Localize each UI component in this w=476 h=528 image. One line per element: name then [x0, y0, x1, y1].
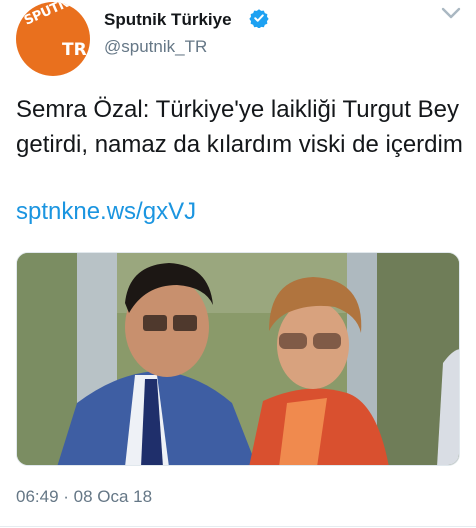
tweet-photo[interactable] — [16, 252, 460, 466]
tweet-card: SPUTNIK TR Sputnik Türkiye @sputnik_TR S… — [0, 0, 476, 528]
photo-illustration — [17, 253, 459, 465]
avatar-logo-text: SPUTNIK — [22, 2, 85, 29]
tweet-text: Semra Özal: Türkiye'ye laikliği Turgut B… — [16, 96, 463, 158]
chevron-down-icon[interactable] — [440, 6, 462, 20]
avatar[interactable]: SPUTNIK TR — [16, 2, 90, 76]
display-name[interactable]: Sputnik Türkiye — [104, 10, 232, 30]
avatar-logo-tr: TR — [62, 40, 87, 60]
tweet-link[interactable]: sptnkne.ws/gxVJ — [16, 198, 196, 226]
tweet-timestamp[interactable]: 06:49 · 08 Oca 18 — [16, 487, 152, 507]
bottom-divider — [0, 526, 476, 527]
verified-badge-icon — [249, 9, 269, 28]
account-handle[interactable]: @sputnik_TR — [104, 37, 207, 57]
